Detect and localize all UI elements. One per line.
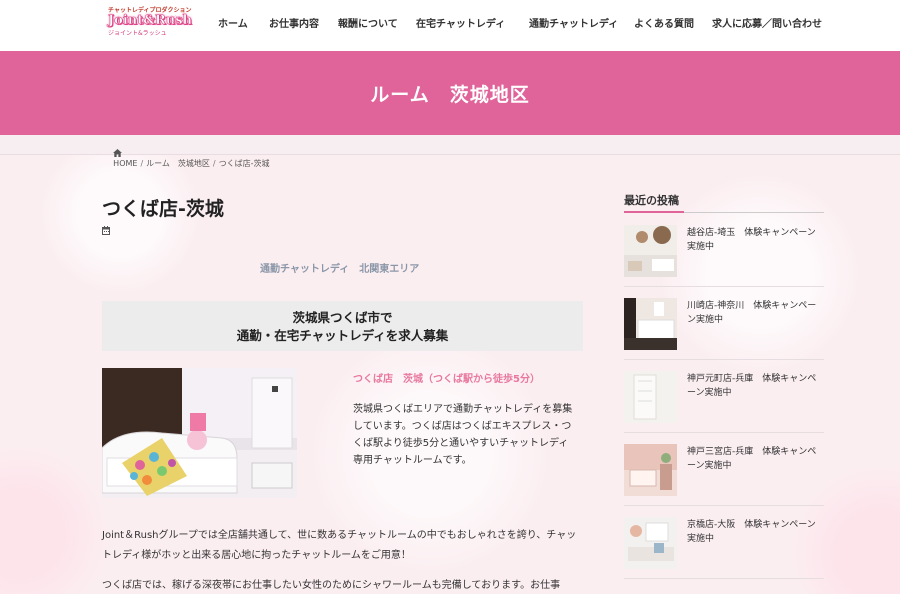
nav-job-content[interactable]: お仕事内容 <box>269 15 319 30</box>
post-categories: 通勤チャットレディ 北関東エリア <box>260 260 419 275</box>
sidebar-divider-accent <box>624 211 684 213</box>
post-title-line: 川崎店-神奈川 体験キャンペー <box>687 301 817 311</box>
post-title-line: 実施中 <box>687 534 715 544</box>
recent-post-kawasaki[interactable]: 川崎店-神奈川 体験キャンペー ン実施中 <box>624 287 824 360</box>
post-title-line: 実施中 <box>687 242 715 252</box>
shop-name: つくば店 茨城（つくば駅から徒歩5分） <box>353 374 540 385</box>
site-logo[interactable]: チャットレディプロダクション Joint&Rush ジョイント&ラッシュ ♡ <box>108 5 192 43</box>
intro-line: トレディ様がホッと出来る居心地に拘ったチャットルームをご用意！ <box>102 550 411 561</box>
logo-wordmark: Joint&Rush <box>108 13 192 28</box>
banner-title: ルーム 茨城地区 <box>370 83 530 106</box>
shop-room-photo <box>102 368 297 498</box>
recent-post-kobe-motomachi[interactable]: 神戸元町店-兵庫 体験キャンペ ーン実施中 <box>624 360 824 433</box>
recent-posts-title: 最近の投稿 <box>624 194 679 207</box>
shop-desc-line: しています。つくば店はつくばエキスプレス・つ <box>353 421 572 432</box>
shop-description: 茨城県つくばエリアで通勤チャットレディを募集 しています。つくば店はつくばエキス… <box>353 401 585 469</box>
calendar-icon <box>102 226 110 235</box>
post-title-line: 京橋店-大阪 体験キャンペーン <box>687 520 816 530</box>
post-title-line: 神戸元町店-兵庫 体験キャンペ <box>687 374 817 384</box>
home-icon <box>113 149 123 157</box>
headline-line: 通勤・在宅チャットレディを求人募集 <box>236 328 449 343</box>
post-title: つくば店-茨城 <box>102 198 224 220</box>
headline-line: 茨城県つくば市で <box>292 310 393 325</box>
post-title-line: 神戸三宮店-兵庫 体験キャンペ <box>687 447 817 457</box>
post-title-line: ーン実施中 <box>687 461 732 471</box>
breadcrumb-separator: / <box>140 159 144 168</box>
shop-desc-line: 茨城県つくばエリアで通勤チャットレディを募集 <box>353 404 573 415</box>
breadcrumb-room-ibaraki[interactable]: ルーム 茨城地区 <box>146 159 210 168</box>
page-banner: ルーム 茨城地区 <box>0 51 900 135</box>
breadcrumb-home[interactable]: HOME <box>113 159 137 168</box>
post-title-line: 越谷店-埼玉 体験キャンペーン <box>687 228 816 238</box>
nav-apply-contact[interactable]: 求人に応募／問い合わせ <box>712 15 822 30</box>
nav-home-based[interactable]: 在宅チャットレディ <box>416 15 505 30</box>
recent-post-koshigaya[interactable]: 越谷店-埼玉 体験キャンペーン 実施中 <box>624 214 824 287</box>
heart-icon: ♡ <box>169 15 178 26</box>
nav-faq[interactable]: よくある質問 <box>634 15 694 30</box>
post-title-line: ーン実施中 <box>687 388 732 398</box>
nav-home[interactable]: ホーム <box>218 15 248 30</box>
recent-post-kyobashi[interactable]: 京橋店-大阪 体験キャンペーン 実施中 <box>624 506 824 579</box>
recruit-headline: 茨城県つくば市で 通勤・在宅チャットレディを求人募集 <box>102 301 583 351</box>
category-commute-chat[interactable]: 通勤チャットレディ <box>260 264 349 275</box>
intro-paragraph: Joint＆Rushグループでは全店舗共通して、世に数あるチャットルームの中でも… <box>102 526 588 566</box>
shop-desc-line: くば駅より徒歩5分と通いやすいチャットレディ <box>353 438 569 449</box>
category-kita-kanto[interactable]: 北関東エリア <box>359 264 419 275</box>
shop-desc-line: 専用チャットルームです。 <box>353 455 472 466</box>
nav-pay[interactable]: 報酬について <box>338 15 398 30</box>
breadcrumb: HOME / ルーム 茨城地区 / つくば店-茨城 <box>0 135 900 168</box>
breadcrumb-separator: / <box>212 159 216 168</box>
post-thumbnail <box>624 371 677 423</box>
logo-kana: ジョイント&ラッシュ <box>108 30 167 37</box>
recent-post-kobe-sannomiya[interactable]: 神戸三宮店-兵庫 体験キャンペ ーン実施中 <box>624 433 824 506</box>
post-thumbnail <box>624 444 677 496</box>
post-thumbnail <box>624 225 677 277</box>
post-thumbnail <box>624 517 677 569</box>
breadcrumb-current: つくば店-茨城 <box>218 159 270 168</box>
shower-line: つくば店では、稼げる深夜帯にお仕事したい女性のためにシャワールームも完備しており… <box>102 580 561 591</box>
post-title-line: ン実施中 <box>687 315 724 325</box>
site-header: チャットレディプロダクション Joint&Rush ジョイント&ラッシュ ♡ ホ… <box>0 0 900 51</box>
post-thumbnail <box>624 298 677 350</box>
shower-paragraph: つくば店では、稼げる深夜帯にお仕事したい女性のためにシャワールームも完備しており… <box>102 576 588 594</box>
intro-line: Joint＆Rushグループでは全店舗共通して、世に数あるチャットルームの中でも… <box>102 530 577 541</box>
nav-commute[interactable]: 通勤チャットレディ <box>529 15 618 30</box>
